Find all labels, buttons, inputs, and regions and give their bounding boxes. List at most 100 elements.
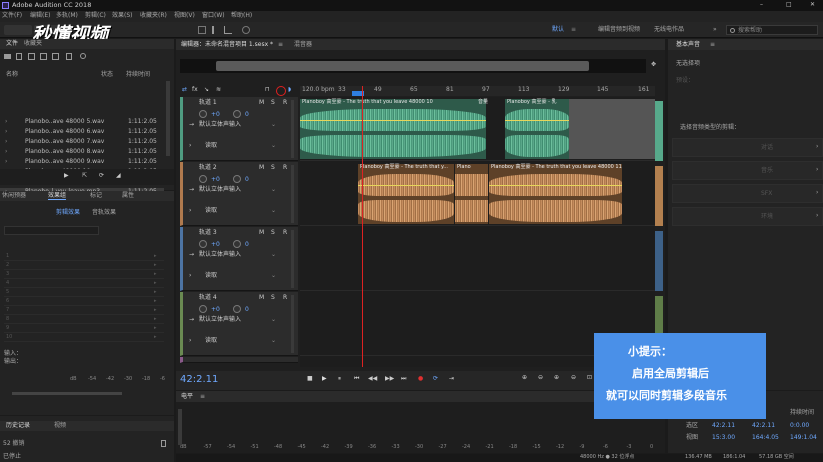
column-status[interactable]: 状态 xyxy=(101,72,113,78)
play-button[interactable]: ▶ xyxy=(322,376,327,382)
expand-chevron-icon[interactable]: › xyxy=(5,129,7,135)
metronome-icon[interactable]: ◗ xyxy=(288,87,291,93)
subtab-track-effects[interactable]: 音轨效果 xyxy=(92,210,116,216)
menu-file[interactable]: 文件(F) xyxy=(2,13,22,19)
selection-end[interactable]: 42:2.11 xyxy=(752,423,775,429)
input-select[interactable]: 默认立体声输入 xyxy=(199,122,241,128)
type-ambience-button[interactable]: 环境 › xyxy=(672,207,823,226)
zoom-out-amplitude-icon[interactable]: ⊖ xyxy=(538,375,543,381)
eq-icon[interactable]: ≋ xyxy=(216,87,221,93)
selection-duration[interactable]: 0:0.00 xyxy=(790,423,809,429)
snap-icon[interactable]: ⊓ xyxy=(265,87,270,93)
file-row[interactable]: › Planobo..ave 48000 9.wav 1:11:2.05 xyxy=(0,158,164,167)
effect-slot[interactable]: 1 ▸ xyxy=(4,253,164,261)
slot-arrow-icon[interactable]: ▸ xyxy=(154,290,157,295)
pan-knob[interactable] xyxy=(233,305,241,313)
overview-viewport[interactable] xyxy=(216,61,589,71)
files-scrollbar[interactable] xyxy=(166,81,170,156)
type-dialogue-button[interactable]: 对话 › xyxy=(672,138,823,157)
slot-arrow-icon[interactable]: ▸ xyxy=(154,335,157,340)
expand-chevron-icon[interactable]: › xyxy=(5,149,7,155)
preview-play-icon[interactable]: ▶ xyxy=(64,173,69,179)
type-sfx-button[interactable]: SFX › xyxy=(672,184,823,203)
mute-button[interactable]: M xyxy=(259,100,264,106)
track-header[interactable]: 轨道 4 M S R +0 0 → 默认立体声输入 ⌄ › 读取 ⌄ xyxy=(180,292,298,356)
automation-mode-select[interactable]: 读取 xyxy=(205,143,217,149)
workspace-more-icon[interactable]: » xyxy=(713,27,717,33)
preview-volume-icon[interactable]: ◢ xyxy=(116,173,121,179)
zoom-out-time-icon[interactable]: ⊖ xyxy=(571,375,576,381)
razor-tool-icon[interactable] xyxy=(224,26,232,34)
overview-bar[interactable] xyxy=(180,59,646,73)
input-select[interactable]: 默认立体声输入 xyxy=(199,187,241,193)
search-files-icon[interactable] xyxy=(80,53,86,59)
clip-track2-a[interactable]: Planoboy 高至豪 - The truth that y... xyxy=(358,164,454,224)
zoom-fit-icon[interactable]: ✥ xyxy=(651,62,656,68)
effect-slot[interactable]: 9 ▸ xyxy=(4,325,164,333)
folder-icon[interactable] xyxy=(4,54,11,59)
brush-tool-icon[interactable] xyxy=(242,26,250,34)
delete-icon[interactable] xyxy=(66,53,72,60)
slot-arrow-icon[interactable]: ▸ xyxy=(154,317,157,322)
track-name[interactable]: 轨道 4 xyxy=(199,295,217,301)
volume-envelope[interactable] xyxy=(505,120,569,121)
selection-start[interactable]: 42:2.11 xyxy=(712,423,735,429)
effect-slot[interactable]: 2 ▸ xyxy=(4,262,164,270)
effect-slot[interactable]: 4 ▸ xyxy=(4,280,164,288)
slot-arrow-icon[interactable]: ▸ xyxy=(154,299,157,304)
slot-arrow-icon[interactable]: ▸ xyxy=(154,254,157,259)
skip-button[interactable]: ⇥ xyxy=(449,376,454,382)
track-header[interactable]: 轨道 2 M S R +0 0 → 默认立体声输入 ⌄ › 读取 ⌄ xyxy=(180,162,298,226)
levels-menu-icon[interactable]: ≡ xyxy=(200,394,205,400)
slot-arrow-icon[interactable]: ▸ xyxy=(154,326,157,331)
pause-button[interactable]: ⏸ xyxy=(338,376,341,382)
solo-button[interactable]: S xyxy=(271,100,275,106)
time-selection-tool-icon[interactable] xyxy=(212,26,214,34)
effect-slot[interactable]: 3 ▸ xyxy=(4,271,164,279)
tab-media-browser[interactable]: 休闲预器 xyxy=(2,193,26,199)
volume-knob[interactable] xyxy=(199,175,207,183)
menu-effects[interactable]: 效果(S) xyxy=(112,13,133,19)
zoom-in-amplitude-icon[interactable]: ⊕ xyxy=(522,375,527,381)
workspace-default[interactable]: 默认 xyxy=(552,27,564,33)
slot-arrow-icon[interactable]: ▸ xyxy=(154,281,157,286)
volume-knob[interactable] xyxy=(199,305,207,313)
maximize-button[interactable]: □ xyxy=(786,2,792,8)
next-button[interactable]: ⏭ xyxy=(401,376,406,382)
editor-menu-icon[interactable]: ≡ xyxy=(278,42,283,48)
record-button[interactable]: ● xyxy=(418,376,423,382)
close-file-icon[interactable] xyxy=(40,53,47,60)
column-duration[interactable]: 持续时间 xyxy=(126,72,150,78)
tab-favorites[interactable]: 收藏夹 xyxy=(24,41,42,47)
loop-button[interactable]: ⟳ xyxy=(433,376,438,382)
solo-button[interactable]: S xyxy=(271,165,275,171)
menu-edit[interactable]: 编辑(E) xyxy=(30,13,50,19)
workspace-editor[interactable]: 编辑音频到视频 xyxy=(598,27,640,33)
timeline[interactable]: Planoboy 高至豪 - The truth that you leave … xyxy=(300,86,655,367)
minimize-button[interactable]: – xyxy=(760,2,763,8)
volume-value[interactable]: +0 xyxy=(211,112,220,118)
move-tool-icon[interactable] xyxy=(198,26,206,34)
stop-button[interactable]: ■ xyxy=(307,376,313,382)
volume-envelope[interactable] xyxy=(300,120,486,121)
input-select[interactable]: 默认立体声输入 xyxy=(199,317,241,323)
automation-mode-select[interactable]: 读取 xyxy=(205,208,217,214)
track-name[interactable]: 轨道 1 xyxy=(199,100,217,106)
volume-value[interactable]: +0 xyxy=(211,242,220,248)
mixer-tab[interactable]: 混音器 xyxy=(294,42,312,48)
column-name[interactable]: 名称 xyxy=(6,72,18,78)
pan-knob[interactable] xyxy=(233,240,241,248)
tab-markers[interactable]: 标记 xyxy=(90,193,102,199)
waveform-view-button[interactable] xyxy=(4,25,32,35)
pan-knob[interactable] xyxy=(233,110,241,118)
menu-window[interactable]: 窗口(W) xyxy=(202,13,225,19)
fx-icon[interactable]: fx xyxy=(192,87,198,93)
expand-chevron-icon[interactable]: › xyxy=(5,159,7,165)
editor-tab[interactable]: 编辑器：未命名混音项目 1.sesx * xyxy=(181,42,273,48)
search-box[interactable]: 搜索帮助 xyxy=(726,25,818,35)
workspace-menu-icon[interactable]: ≡ xyxy=(571,27,576,33)
prev-button[interactable]: ⏮ xyxy=(354,376,359,382)
pan-value[interactable]: 0 xyxy=(245,177,249,183)
slot-arrow-icon[interactable]: ▸ xyxy=(154,263,157,268)
effect-slot[interactable]: 8 ▸ xyxy=(4,316,164,324)
